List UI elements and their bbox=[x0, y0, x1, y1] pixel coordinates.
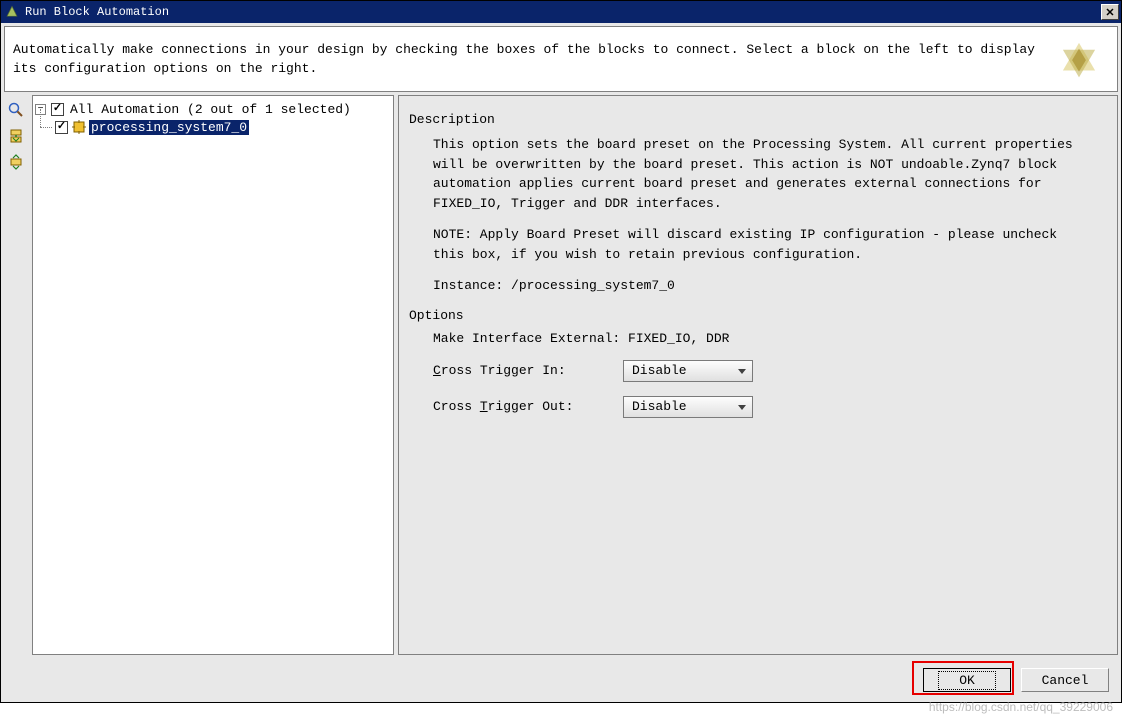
title-bar: Run Block Automation ✕ bbox=[1, 1, 1121, 23]
dialog-body: − All Automation (2 out of 1 selected) p… bbox=[4, 95, 1118, 655]
dialog-window: Run Block Automation ✕ Automatically mak… bbox=[0, 0, 1122, 703]
vivado-logo-icon bbox=[1055, 35, 1103, 83]
detail-panel: Description This option sets the board p… bbox=[398, 95, 1118, 655]
cross-trigger-in-label: Cross Trigger In: bbox=[433, 363, 623, 378]
tool-strip bbox=[4, 95, 28, 655]
expand-all-icon[interactable] bbox=[7, 127, 25, 145]
search-icon[interactable] bbox=[7, 101, 25, 119]
app-icon bbox=[5, 5, 19, 19]
cross-trigger-in-value: Disable bbox=[632, 363, 687, 378]
watermark-text: https://blog.csdn.net/qq_39229006 bbox=[929, 700, 1113, 714]
tree-child-label: processing_system7_0 bbox=[89, 120, 249, 135]
description-heading: Description bbox=[409, 112, 1109, 127]
description-p2: NOTE: Apply Board Preset will discard ex… bbox=[433, 225, 1093, 264]
cross-trigger-out-dropdown[interactable]: Disable bbox=[623, 396, 753, 418]
cross-trigger-out-value: Disable bbox=[632, 399, 687, 414]
root-checkbox[interactable] bbox=[51, 103, 64, 116]
cross-trigger-in-dropdown[interactable]: Disable bbox=[623, 360, 753, 382]
tree-child-row[interactable]: processing_system7_0 bbox=[53, 118, 391, 136]
tree-root-label: All Automation (2 out of 1 selected) bbox=[68, 102, 353, 117]
description-block: This option sets the board preset on the… bbox=[433, 135, 1093, 296]
instance-label: Instance: /processing_system7_0 bbox=[433, 276, 1093, 296]
close-button[interactable]: ✕ bbox=[1101, 4, 1119, 20]
collapse-all-icon[interactable] bbox=[7, 153, 25, 171]
window-title: Run Block Automation bbox=[25, 5, 169, 19]
ip-block-icon bbox=[72, 120, 86, 134]
cancel-button-label: Cancel bbox=[1042, 673, 1089, 688]
header-description: Automatically make connections in your d… bbox=[13, 40, 1047, 79]
ok-button-label: OK bbox=[938, 671, 996, 690]
make-external-label: Make Interface External: FIXED_IO, DDR bbox=[433, 331, 729, 346]
ok-button[interactable]: OK bbox=[923, 668, 1011, 692]
description-p1: This option sets the board preset on the… bbox=[433, 135, 1093, 213]
tree-panel: − All Automation (2 out of 1 selected) p… bbox=[32, 95, 394, 655]
cross-trigger-out-label: Cross Trigger Out: bbox=[433, 399, 623, 414]
cancel-button[interactable]: Cancel bbox=[1021, 668, 1109, 692]
dialog-header: Automatically make connections in your d… bbox=[4, 26, 1118, 92]
dialog-footer: OK Cancel https://blog.csdn.net/qq_39229… bbox=[1, 658, 1121, 702]
options-heading: Options bbox=[409, 308, 1109, 323]
tree-root-row[interactable]: − All Automation (2 out of 1 selected) bbox=[35, 100, 391, 118]
child-checkbox[interactable] bbox=[55, 121, 68, 134]
